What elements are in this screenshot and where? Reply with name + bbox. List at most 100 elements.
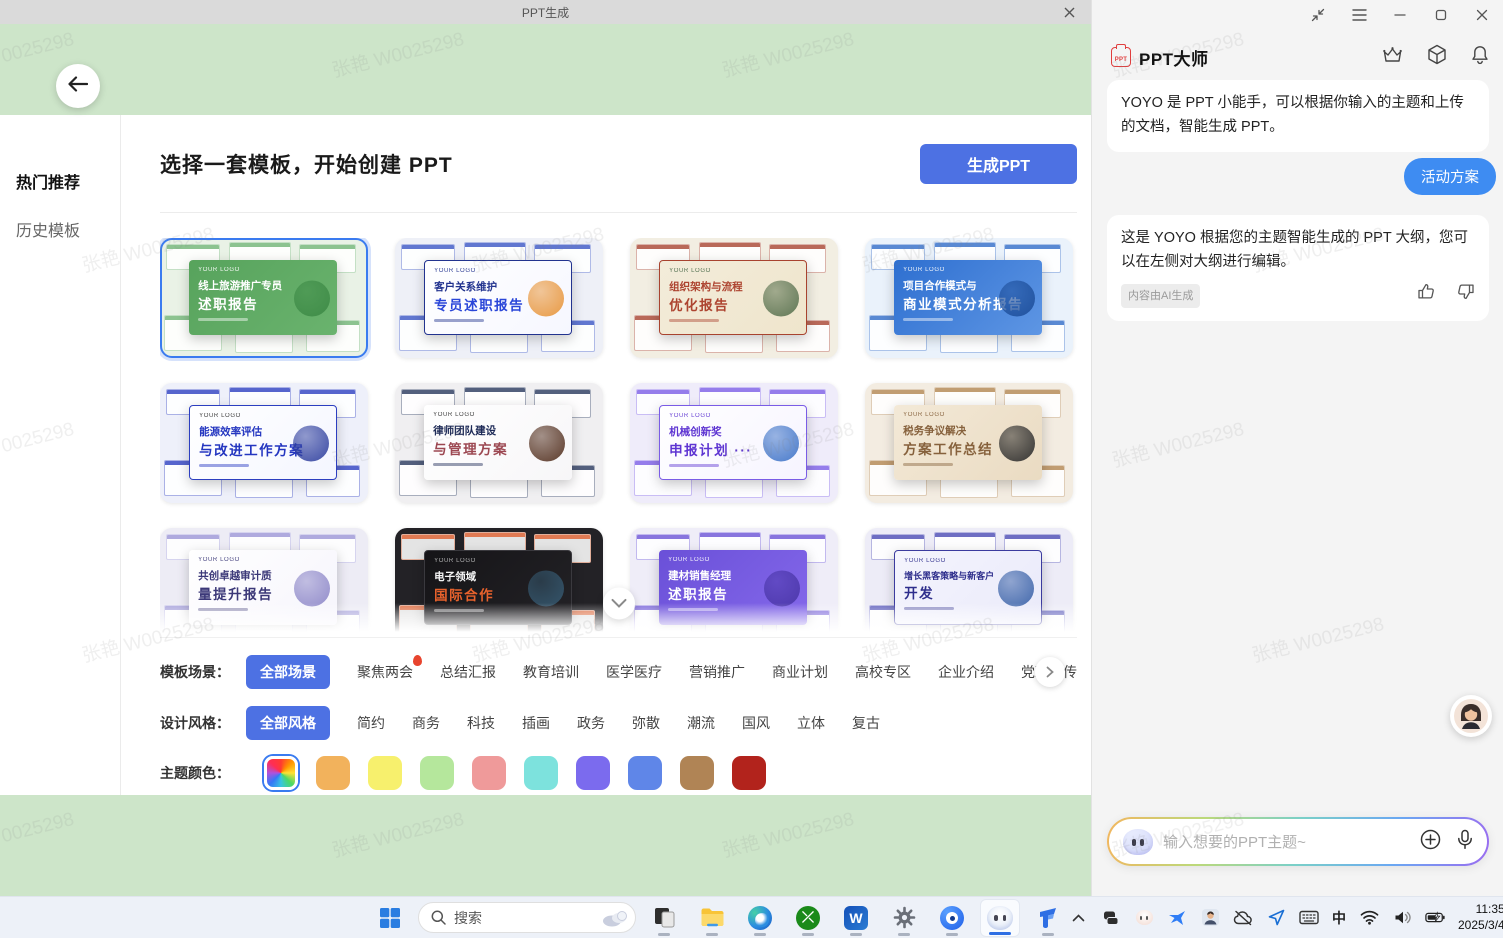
battery-icon[interactable]	[1425, 908, 1445, 928]
tray-expand-icon[interactable]	[1068, 908, 1088, 928]
template-grid-wrap: YOUR LOGO线上旅游推广专员述职报告YOUR LOGO客户关系维护专员述职…	[160, 238, 1077, 638]
template-card-9[interactable]: YOUR LOGO共创卓越审计质量提升报告	[160, 528, 368, 638]
color-swatch-all[interactable]	[264, 756, 298, 790]
template-card-3[interactable]: YOUR LOGO组织架构与流程优化报告	[630, 238, 838, 358]
taskbar-clock[interactable]: 11:35 2025/3/4	[1458, 902, 1503, 933]
menu-icon[interactable]	[1350, 6, 1368, 24]
xbox-icon: ⤫	[796, 906, 820, 930]
scene-option-0[interactable]: 全部场景	[246, 655, 330, 689]
generate-ppt-button[interactable]: 生成PPT	[920, 144, 1077, 184]
style-option-1[interactable]: 简约	[357, 713, 385, 733]
tray-cloud-off-icon[interactable]	[1233, 908, 1253, 928]
attach-plus-icon[interactable]	[1420, 829, 1441, 855]
scene-option-8[interactable]: 企业介绍	[938, 662, 994, 682]
style-option-10[interactable]: 复古	[852, 713, 880, 733]
style-option-7[interactable]: 潮流	[687, 713, 715, 733]
scene-option-6[interactable]: 商业计划	[772, 662, 828, 682]
bell-icon[interactable]	[1471, 45, 1489, 70]
tray-lark-icon[interactable]	[1167, 908, 1187, 928]
quark-app[interactable]	[932, 899, 972, 937]
thumbs-down-icon[interactable]	[1457, 283, 1475, 309]
tray-avatar-icon[interactable]	[1200, 908, 1220, 928]
scene-option-1[interactable]: 聚焦两会	[357, 662, 413, 682]
template-card-10[interactable]: YOUR LOGO电子领域国际合作	[395, 528, 603, 638]
template-photo	[999, 281, 1035, 317]
tray-device-icon[interactable]	[1101, 908, 1121, 928]
yoyo-assistant-app[interactable]	[980, 899, 1020, 937]
volume-icon[interactable]	[1392, 908, 1412, 928]
template-card-2[interactable]: YOUR LOGO客户关系维护专员述职报告	[395, 238, 603, 358]
settings-app[interactable]	[884, 899, 924, 937]
xbox-app[interactable]: ⤫	[788, 899, 828, 937]
template-photo	[293, 426, 329, 462]
color-swatch-5[interactable]	[524, 756, 558, 790]
crown-icon[interactable]	[1382, 46, 1403, 69]
style-option-6[interactable]: 弥散	[632, 713, 660, 733]
template-card-7[interactable]: YOUR LOGO机械创新奖申报计划 ···	[630, 383, 838, 503]
template-card-11[interactable]: YOUR LOGO建材销售经理述职报告	[630, 528, 838, 638]
start-button[interactable]	[370, 899, 410, 937]
tray-location-icon[interactable]	[1266, 908, 1286, 928]
style-option-2[interactable]: 商务	[412, 713, 440, 733]
tray-keyboard-icon[interactable]	[1299, 908, 1319, 928]
ime-indicator[interactable]: 中	[1332, 908, 1346, 928]
search-placeholder: 搜索	[454, 908, 592, 928]
minimize-icon[interactable]	[1391, 6, 1409, 24]
style-option-9[interactable]: 立体	[797, 713, 825, 733]
style-option-3[interactable]: 科技	[467, 713, 495, 733]
color-swatch-3[interactable]	[420, 756, 454, 790]
edge-browser-app[interactable]	[740, 899, 780, 937]
yoyo-icon	[987, 906, 1013, 930]
gear-icon	[893, 906, 916, 929]
style-option-0[interactable]: 全部风格	[246, 706, 330, 740]
scene-filter-row: 模板场景： 全部场景聚焦两会总结汇报教育培训医学医疗营销推广商业计划高校专区企业…	[160, 655, 1077, 689]
scene-more-button[interactable]	[1035, 657, 1065, 687]
thumbs-up-icon[interactable]	[1417, 283, 1435, 309]
expand-more-button[interactable]	[603, 587, 635, 619]
chat-input-placeholder: 输入想要的PPT主题~	[1163, 831, 1410, 852]
sidebar-item-0[interactable]: 热门推荐	[0, 157, 120, 205]
color-swatch-7[interactable]	[628, 756, 662, 790]
style-option-4[interactable]: 插画	[522, 713, 550, 733]
color-swatch-9[interactable]	[732, 756, 766, 790]
template-photo	[294, 281, 330, 317]
close-icon[interactable]	[1473, 6, 1491, 24]
microphone-icon[interactable]	[1457, 829, 1473, 855]
color-swatch-1[interactable]	[316, 756, 350, 790]
template-card-5[interactable]: YOUR LOGO能源效率评估与改进工作方案	[160, 383, 368, 503]
collapse-icon[interactable]	[1309, 6, 1327, 24]
style-filter-row: 设计风格： 全部风格简约商务科技插画政务弥散潮流国风立体复古	[160, 706, 1077, 740]
scene-option-4[interactable]: 医学医疗	[606, 662, 662, 682]
taskbar-search[interactable]: 搜索	[418, 902, 636, 933]
scene-option-2[interactable]: 总结汇报	[440, 662, 496, 682]
template-card-12[interactable]: YOUR LOGO增长黑客策略与新客户开发	[865, 528, 1073, 638]
teams-like-app[interactable]	[1028, 899, 1068, 937]
style-option-5[interactable]: 政务	[577, 713, 605, 733]
window-close-icon[interactable]	[1055, 0, 1083, 24]
taskview-app[interactable]	[644, 899, 684, 937]
file-explorer-app[interactable]	[692, 899, 732, 937]
template-card-1[interactable]: YOUR LOGO线上旅游推广专员述职报告	[160, 238, 368, 358]
template-card-4[interactable]: YOUR LOGO项目合作模式与商业模式分析报告	[865, 238, 1073, 358]
user-avatar[interactable]	[1450, 695, 1492, 737]
color-swatch-8[interactable]	[680, 756, 714, 790]
scene-option-7[interactable]: 高校专区	[855, 662, 911, 682]
scene-option-3[interactable]: 教育培训	[523, 662, 579, 682]
chat-input[interactable]: 输入想要的PPT主题~	[1107, 817, 1489, 866]
maximize-icon[interactable]	[1432, 6, 1450, 24]
back-button[interactable]	[56, 64, 100, 108]
color-swatch-6[interactable]	[576, 756, 610, 790]
window-title: PPT生成	[522, 4, 569, 21]
color-swatch-4[interactable]	[472, 756, 506, 790]
style-option-8[interactable]: 国风	[742, 713, 770, 733]
color-swatch-2[interactable]	[368, 756, 402, 790]
word-app[interactable]: W	[836, 899, 876, 937]
tray-yoyo-icon[interactable]	[1134, 908, 1154, 928]
wifi-icon[interactable]	[1359, 908, 1379, 928]
scene-option-5[interactable]: 营销推广	[689, 662, 745, 682]
template-card-6[interactable]: YOUR LOGO律师团队建设与管理方案	[395, 383, 603, 503]
template-card-8[interactable]: YOUR LOGO税务争议解决方案工作总结	[865, 383, 1073, 503]
sidebar-item-1[interactable]: 历史模板	[0, 205, 120, 253]
cube-icon[interactable]	[1427, 44, 1447, 70]
assistant-panel: PPT PPT大师 YOYO 是 PPT 小能手，可以根据你输入的主题和上传的文…	[1091, 0, 1503, 896]
